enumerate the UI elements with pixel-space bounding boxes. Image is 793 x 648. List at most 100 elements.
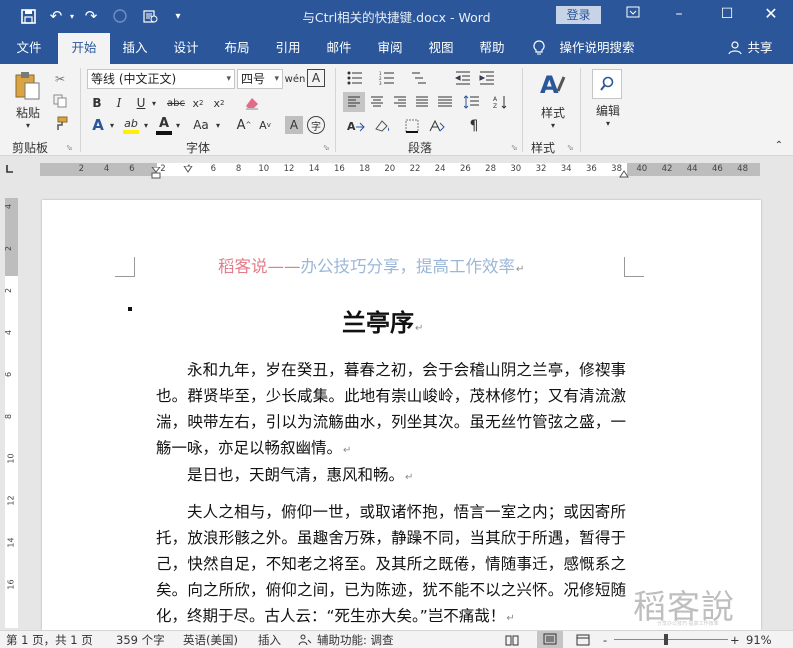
word-count[interactable]: 359 个字: [116, 632, 165, 648]
font-color-dropdown-icon[interactable]: ▾: [173, 116, 183, 134]
highlight-icon[interactable]: ab: [121, 114, 141, 136]
align-right-icon[interactable]: [389, 92, 411, 112]
maximize-icon[interactable]: ☐: [716, 4, 738, 24]
first-line-indent-marker[interactable]: [183, 163, 193, 173]
underline-icon[interactable]: U: [133, 94, 149, 112]
sort-icon[interactable]: AZ: [489, 92, 513, 112]
distributed-icon[interactable]: [434, 92, 456, 112]
document-title[interactable]: 兰亭序↵: [342, 303, 423, 338]
paste-button[interactable]: 粘贴: [10, 104, 46, 120]
undo-dropdown-icon[interactable]: ▾: [62, 6, 82, 26]
paragraph-launcher-icon[interactable]: ⬂: [511, 143, 518, 152]
styles-launcher-icon[interactable]: ⬂: [567, 143, 574, 152]
page-header[interactable]: 稻客说——办公技巧分享，提高工作效率↵: [218, 253, 524, 277]
line-spacing-icon[interactable]: [460, 92, 484, 112]
body-paragraph[interactable]: 是日也，天朗气清，惠风和畅。↵: [156, 462, 626, 491]
shrink-font-icon[interactable]: Av: [256, 116, 274, 134]
zoom-slider-thumb[interactable]: [664, 634, 668, 645]
clipboard-launcher-icon[interactable]: ⬂: [66, 143, 73, 152]
tab-file[interactable]: 文件: [4, 31, 54, 64]
print-preview-icon[interactable]: [140, 6, 160, 26]
touch-mode-icon[interactable]: [110, 6, 130, 26]
font-name-combo[interactable]: 等线 (中文正文) ▾: [87, 69, 235, 89]
bold-icon[interactable]: B: [89, 94, 105, 112]
save-icon[interactable]: [18, 6, 38, 26]
text-effects-dropdown-icon[interactable]: ▾: [107, 116, 117, 134]
text-effects-icon[interactable]: A: [89, 116, 107, 134]
increase-indent-icon[interactable]: [476, 69, 498, 87]
justify-icon[interactable]: [411, 92, 433, 112]
print-layout-icon[interactable]: [537, 631, 563, 648]
character-shading-icon[interactable]: A: [285, 116, 303, 134]
underline-dropdown-icon[interactable]: ▾: [149, 94, 159, 112]
tab-design[interactable]: 设计: [165, 31, 207, 64]
clear-formatting-icon[interactable]: [242, 94, 262, 112]
vertical-ruler[interactable]: 4 2 2 4 6 8 10 12 14 16: [4, 198, 18, 628]
strikethrough-icon[interactable]: abc: [165, 94, 187, 112]
share-button[interactable]: 共享: [744, 31, 776, 64]
zoom-slider[interactable]: [614, 639, 728, 640]
asian-typography-icon[interactable]: [424, 116, 450, 136]
subscript-icon[interactable]: x2: [189, 94, 207, 112]
paste-dropdown-icon[interactable]: ▾: [20, 120, 36, 130]
multilevel-list-icon[interactable]: [405, 69, 435, 87]
body-paragraph[interactable]: 永和九年，岁在癸丑，暮春之初，会于会稽山阴之兰亭，修禊事也。群贤毕至，少长咸集。…: [156, 357, 626, 464]
editing-dropdown-icon[interactable]: ▾: [600, 118, 616, 128]
tab-layout[interactable]: 布局: [216, 31, 258, 64]
align-left-icon[interactable]: [343, 92, 365, 112]
indent-marker[interactable]: [150, 166, 162, 179]
tab-view[interactable]: 视图: [420, 31, 462, 64]
search-icon[interactable]: [592, 69, 622, 99]
editing-button[interactable]: 编辑: [588, 102, 628, 118]
accessibility-status[interactable]: 辅助功能: 调查: [317, 632, 394, 648]
tab-insert[interactable]: 插入: [114, 31, 156, 64]
numbering-icon[interactable]: 123: [375, 69, 399, 87]
zoom-in-button[interactable]: +: [730, 632, 740, 648]
grow-font-icon[interactable]: A ^: [235, 116, 253, 134]
tell-me-search[interactable]: 操作说明搜索: [552, 31, 642, 64]
font-color-icon[interactable]: A: [155, 114, 173, 136]
collapse-ribbon-icon[interactable]: ⌃: [772, 138, 786, 152]
styles-icon[interactable]: A: [537, 70, 569, 100]
font-launcher-icon[interactable]: ⬂: [323, 143, 330, 152]
horizontal-ruler[interactable]: 6422468101214161820222426283032343638404…: [40, 163, 760, 179]
phonetic-guide-icon[interactable]: wén: [285, 69, 306, 89]
web-layout-icon[interactable]: [576, 632, 590, 648]
ribbon-display-icon[interactable]: [622, 4, 644, 24]
italic-icon[interactable]: I: [111, 94, 127, 112]
align-center-icon[interactable]: [366, 92, 388, 112]
document-page[interactable]: 稻客说——办公技巧分享，提高工作效率↵ 兰亭序↵ 永和九年，岁在癸丑，暮春之初，…: [42, 200, 761, 630]
bullets-icon[interactable]: [343, 69, 367, 87]
tab-review[interactable]: 审阅: [369, 31, 411, 64]
insert-mode[interactable]: 插入: [258, 632, 281, 648]
styles-button[interactable]: 样式: [533, 104, 573, 120]
tab-selector[interactable]: [0, 160, 22, 178]
accessibility-icon[interactable]: [298, 632, 312, 648]
chinese-layout-icon[interactable]: A: [343, 116, 369, 136]
login-button[interactable]: 登录: [556, 6, 601, 24]
superscript-icon[interactable]: x2: [210, 94, 228, 112]
change-case-dropdown-icon[interactable]: ▾: [213, 116, 223, 134]
tab-help[interactable]: 帮助: [471, 31, 513, 64]
zoom-out-button[interactable]: -: [603, 632, 607, 648]
decrease-indent-icon[interactable]: [452, 69, 474, 87]
highlight-dropdown-icon[interactable]: ▾: [141, 116, 151, 134]
right-indent-marker[interactable]: [619, 167, 629, 178]
enclose-characters-icon[interactable]: 字: [307, 116, 325, 134]
page-count[interactable]: 第 1 页，共 1 页: [6, 632, 93, 648]
font-size-combo[interactable]: 四号 ▾: [237, 69, 283, 89]
tab-references[interactable]: 引用: [267, 31, 309, 64]
tab-home[interactable]: 开始: [58, 33, 110, 64]
change-case-icon[interactable]: Aa: [189, 116, 213, 134]
shading-icon[interactable]: [370, 116, 396, 136]
body-paragraph[interactable]: 夫人之相与，俯仰一世，或取诸怀抱，悟言一室之内；或因寄所托，放浪形骸之外。虽趣舍…: [156, 499, 626, 630]
zoom-level[interactable]: 91%: [746, 632, 772, 648]
cut-icon[interactable]: ✂: [50, 70, 70, 88]
copy-icon[interactable]: [50, 92, 70, 110]
read-mode-icon[interactable]: [505, 632, 519, 648]
paste-icon[interactable]: [12, 70, 42, 102]
character-border-icon[interactable]: A: [307, 69, 325, 87]
language-status[interactable]: 英语(美国): [183, 632, 238, 648]
styles-dropdown-icon[interactable]: ▾: [545, 120, 561, 130]
redo-icon[interactable]: ↷: [81, 6, 101, 26]
